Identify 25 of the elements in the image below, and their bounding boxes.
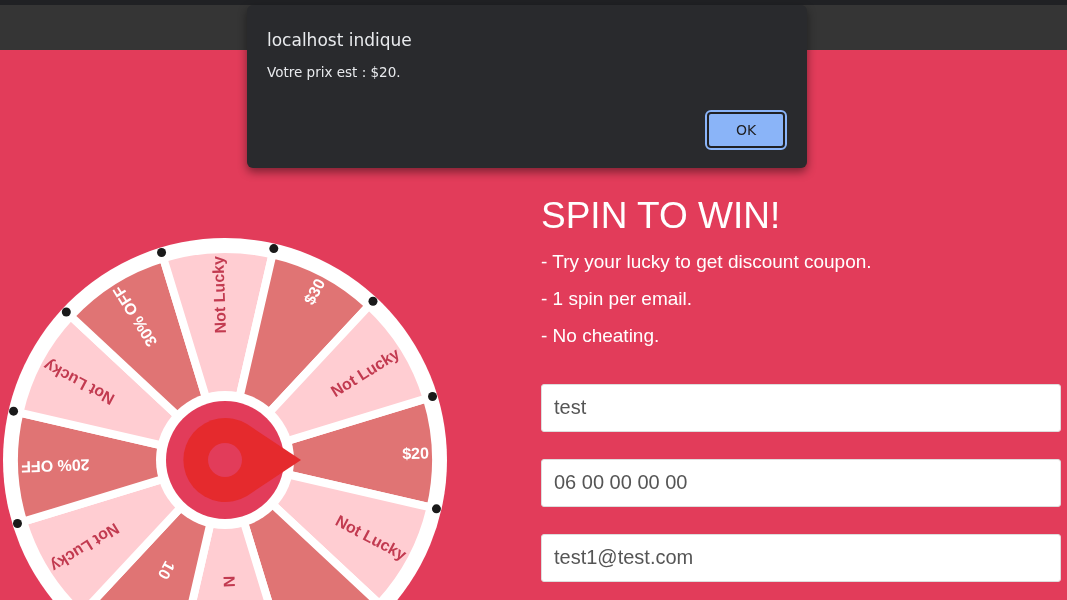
segment-label: $30 [300, 275, 329, 308]
spin-pointer[interactable] [183, 418, 301, 502]
dialog-title: localhost indique [267, 30, 413, 50]
segment-label: 20% OFF [20, 456, 90, 476]
rule-text: - 1 spin per email. [541, 287, 693, 310]
wheel-peg [269, 244, 279, 254]
input-field[interactable]: 06 00 00 00 00 [541, 458, 1061, 507]
dialog-message: Votre prix est : $20. [267, 64, 402, 80]
wheel-peg [157, 248, 167, 257]
segment-label: 10 [154, 558, 179, 583]
wheel-peg [368, 296, 378, 306]
rule-text: - Try your lucky to get discount coupon. [541, 250, 873, 273]
rule-text: - No cheating. [541, 324, 661, 347]
wheel-peg [13, 518, 22, 528]
input-field[interactable]: test1@test.com [541, 533, 1061, 582]
segment-label: Not Lucky [209, 255, 230, 334]
wheel-peg [61, 307, 71, 317]
segment-label: $20 [401, 444, 430, 463]
ok-button[interactable]: OK [707, 112, 785, 148]
segment-label: N [220, 575, 238, 588]
wheel-peg [431, 504, 441, 514]
wheel-peg [428, 392, 437, 402]
form-title: SPIN TO WIN! [541, 196, 782, 237]
input-field[interactable]: test [541, 383, 1061, 432]
wheel-peg [9, 406, 19, 416]
